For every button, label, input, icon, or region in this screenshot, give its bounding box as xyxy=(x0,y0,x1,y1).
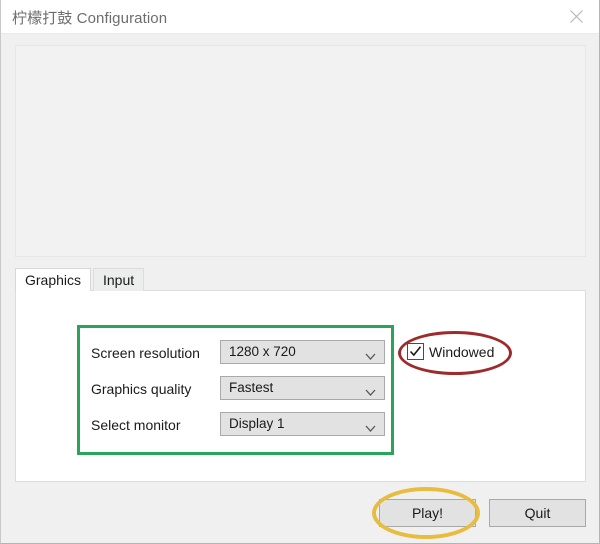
tab-graphics[interactable]: Graphics xyxy=(15,268,92,291)
graphics-quality-dropdown[interactable]: Fastest xyxy=(220,376,385,400)
title-bar: 柠檬打鼓 Configuration xyxy=(1,0,599,34)
select-monitor-value: Display 1 xyxy=(229,416,285,431)
chevron-down-icon xyxy=(365,420,376,438)
banner-preview-panel xyxy=(15,45,586,257)
quit-button[interactable]: Quit xyxy=(489,499,586,527)
tab-strip: Graphics Input xyxy=(15,268,586,291)
close-icon xyxy=(569,9,583,23)
graphics-quality-label: Graphics quality xyxy=(91,381,192,397)
windowed-label: Windowed xyxy=(429,343,495,360)
screen-resolution-value: 1280 x 720 xyxy=(229,344,296,359)
play-button[interactable]: Play! xyxy=(379,499,476,527)
tab-input-label: Input xyxy=(103,272,135,288)
window-title: 柠檬打鼓 Configuration xyxy=(12,10,168,27)
row-screen-resolution: Screen resolution 1280 x 720 xyxy=(79,340,389,376)
tab-input[interactable]: Input xyxy=(93,268,145,291)
select-monitor-label: Select monitor xyxy=(91,417,181,433)
graphics-quality-value: Fastest xyxy=(229,380,274,395)
configuration-window: 柠檬打鼓 Configuration Graphics Input Screen… xyxy=(0,0,600,544)
windowed-checkbox[interactable] xyxy=(407,343,424,360)
screen-resolution-label: Screen resolution xyxy=(91,345,200,361)
windowed-checkbox-row[interactable]: Windowed xyxy=(407,343,494,360)
select-monitor-dropdown[interactable]: Display 1 xyxy=(220,412,385,436)
chevron-down-icon xyxy=(365,384,376,402)
graphics-settings-group: Screen resolution 1280 x 720 Graphics qu… xyxy=(79,340,389,448)
play-button-label: Play! xyxy=(411,505,444,521)
row-graphics-quality: Graphics quality Fastest xyxy=(79,376,389,412)
screen-resolution-dropdown[interactable]: 1280 x 720 xyxy=(220,340,385,364)
close-button[interactable] xyxy=(553,0,599,32)
quit-button-label: Quit xyxy=(524,505,551,521)
tab-graphics-label: Graphics xyxy=(25,272,82,288)
chevron-down-icon xyxy=(365,348,376,366)
row-select-monitor: Select monitor Display 1 xyxy=(79,412,389,448)
